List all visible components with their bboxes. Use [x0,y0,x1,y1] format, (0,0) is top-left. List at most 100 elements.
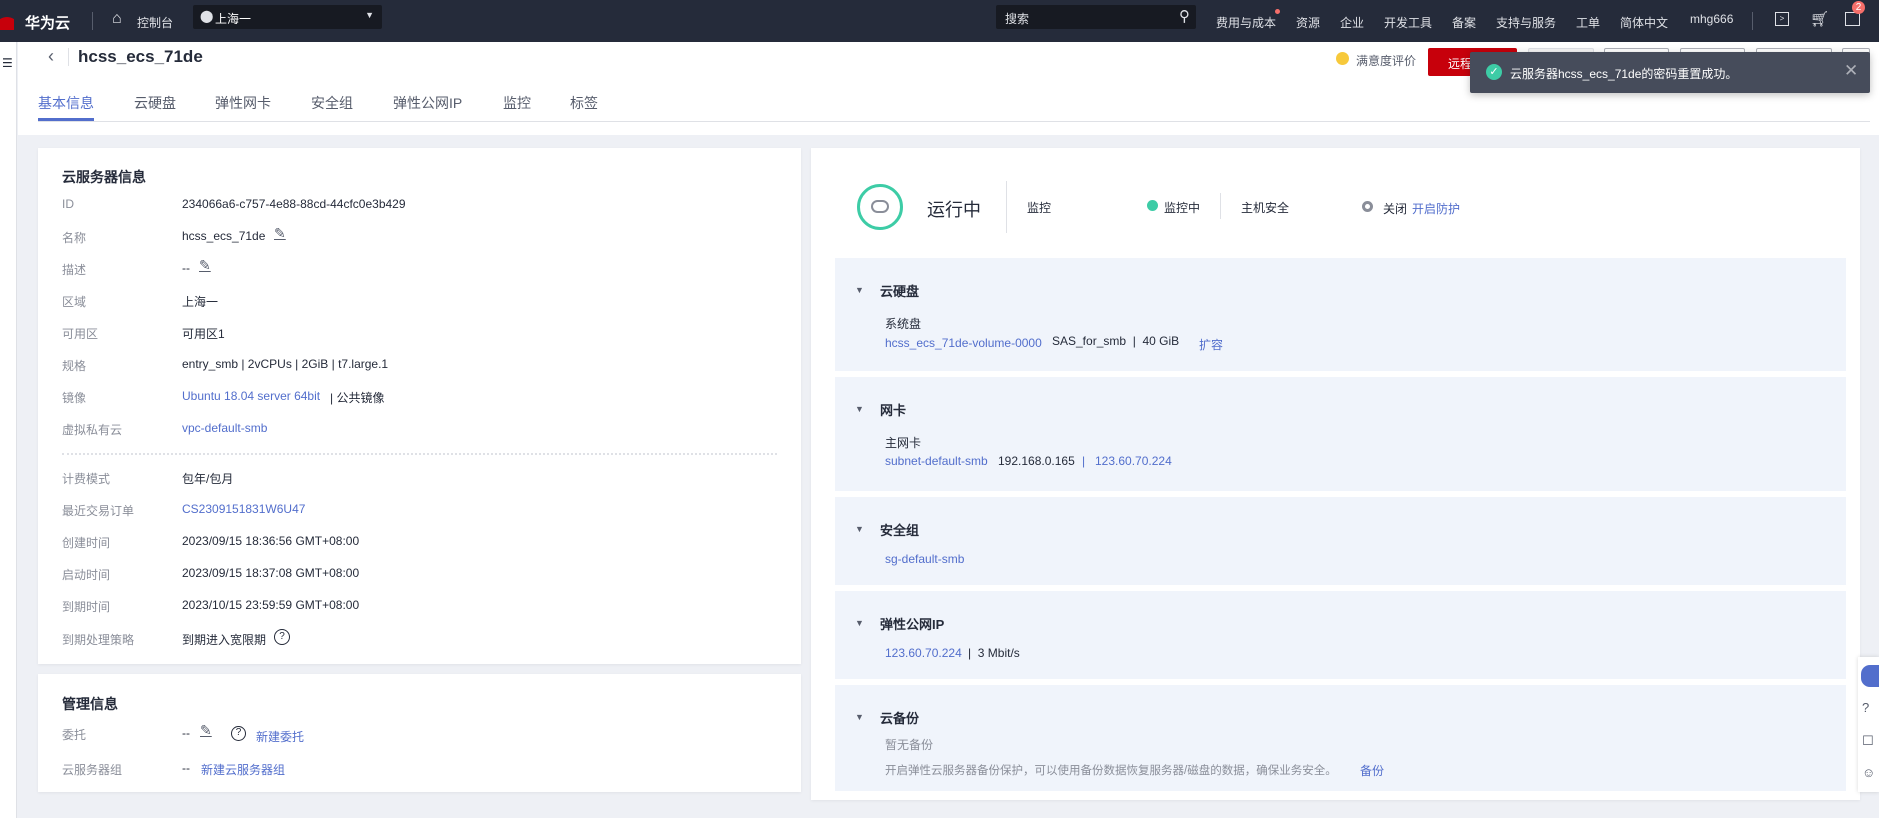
back-icon[interactable]: ‹ [48,46,54,67]
info-label: 名称 [62,231,87,245]
create-group-link[interactable]: 新建云服务器组 [201,761,285,778]
info-label: ID [62,197,74,211]
divider [1220,193,1221,219]
info-label: 启动时间 [62,568,111,582]
help-icon[interactable]: ? [274,629,290,645]
customer-service-icon[interactable] [1861,665,1879,687]
eip-section-title[interactable]: 弹性公网IP [880,614,944,633]
divider [92,12,93,30]
smile-icon[interactable]: ☺ [1862,765,1875,780]
message-icon[interactable] [1845,12,1860,26]
nav-language[interactable]: 简体中文 [1620,14,1668,31]
info-value: hcss_ecs_71de [182,229,266,243]
divider [1006,181,1007,233]
nic-eip-link[interactable]: 123.60.70.224 [1095,454,1172,468]
nav-resources[interactable]: 资源 [1296,14,1320,31]
info-value: 2023/09/15 18:37:08 GMT+08:00 [182,566,360,580]
nav-cost[interactable]: 费用与成本 [1216,14,1276,31]
monitoring-arrow-icon [1147,200,1158,211]
nav-tickets[interactable]: 工单 [1576,14,1600,31]
divider [68,48,69,66]
monitor-state: 监控中 [1164,201,1201,215]
info-value: 包年/包月 [182,472,234,486]
running-state: 运行中 [927,200,981,220]
edit-icon[interactable]: ✎ [200,722,212,739]
tab-monitoring[interactable]: 监控 [503,93,531,113]
home-icon[interactable]: ⌂ [112,10,122,28]
host-security-label: 主机安全 [1241,201,1290,215]
menu-icon[interactable]: ☰ [2,56,13,70]
satisfaction-link[interactable]: 满意度评价 [1356,52,1416,69]
info-value-link[interactable]: vpc-default-smb [182,421,267,435]
subnet-link[interactable]: subnet-default-smb [885,454,988,468]
edit-icon[interactable]: ✎ [199,257,211,274]
tab-nics[interactable]: 弹性网卡 [215,93,271,113]
tab-basic-info[interactable]: 基本信息 [38,93,94,113]
tab-eip[interactable]: 弹性公网IP [393,93,462,113]
info-label: 镜像 [62,391,87,405]
feedback-icon[interactable]: ☐ [1862,733,1874,749]
nav-enterprise[interactable]: 企业 [1340,14,1364,31]
disk-name-link[interactable]: hcss_ecs_71de-volume-0000 [885,336,1042,350]
nav-support[interactable]: 支持与服务 [1496,14,1556,31]
huawei-logo-icon[interactable] [0,10,14,30]
eip-link[interactable]: 123.60.70.224 [885,646,962,660]
nav-icp[interactable]: 备案 [1452,14,1476,31]
tab-tags[interactable]: 标签 [570,93,598,113]
info-label: 最近交易订单 [62,504,135,518]
info-value: 上海一 [182,295,219,309]
nic-section [835,377,1846,491]
tab-security-groups[interactable]: 安全组 [311,93,353,113]
cart-icon[interactable]: 🛒︎ [1810,10,1829,28]
toast-message: 云服务器hcss_ecs_71de的密码重置成功。 [1510,67,1738,81]
cloud-icon [871,200,889,213]
nav-devtools[interactable]: 开发工具 [1384,14,1432,31]
backup-section-title[interactable]: 云备份 [880,708,919,727]
brand-name[interactable]: 华为云 [25,12,70,33]
info-value: 2023/10/15 23:59:59 GMT+08:00 [182,598,360,612]
expand-disk-link[interactable]: 扩容 [1199,336,1223,353]
collapse-triangle-icon[interactable]: ▼ [855,524,864,534]
dotted-divider [62,453,777,455]
help-icon[interactable]: ? [231,726,246,741]
create-delegate-link[interactable]: 新建委托 [256,728,304,745]
off-status-icon [1362,201,1373,212]
disk-section-title[interactable]: 云硬盘 [880,281,919,300]
console-link[interactable]: 控制台 [137,14,173,31]
search-placeholder: 搜索 [1005,12,1030,26]
help-icon[interactable]: ? [1862,700,1869,715]
terminal-icon[interactable]: > [1775,12,1789,26]
tab-disks[interactable]: 云硬盘 [134,93,176,113]
info-label: 创建时间 [62,536,111,550]
info-value: 到期进入宽限期 [182,633,267,647]
security-group-link[interactable]: sg-default-smb [885,552,964,566]
separator: | [1082,454,1086,468]
region-value: 上海一 [215,12,252,26]
region-select[interactable]: ⬤ 上海一 ▼ [193,5,382,29]
close-icon[interactable]: ✕ [1844,61,1858,81]
collapse-triangle-icon[interactable]: ▼ [855,285,864,295]
host-security-state: 关闭 [1383,202,1408,216]
nav-user[interactable]: mhg666 [1690,12,1733,26]
info-value: 234066a6-c757-4e88-88cd-44cfc0e3b429 [182,197,406,211]
group-label: 云服务器组 [62,763,123,777]
backup-description: 开启弹性云服务器备份保护，可以使用备份数据恢复服务器/磁盘的数据，确保业务安全。 [885,765,1337,777]
info-value-link[interactable]: Ubuntu 18.04 server 64bit [182,389,320,403]
nic-section-title[interactable]: 网卡 [880,400,906,419]
edit-icon[interactable]: ✎ [274,225,286,242]
collapse-triangle-icon[interactable]: ▼ [855,712,864,722]
sg-section-title[interactable]: 安全组 [880,520,919,539]
search-input[interactable]: 搜索 ⚲ [996,5,1196,29]
private-ip: 192.168.0.165 [998,454,1075,468]
info-value-link[interactable]: CS2309151831W6U47 [182,502,305,516]
search-icon[interactable]: ⚲ [1179,7,1190,25]
collapse-triangle-icon[interactable]: ▼ [855,404,864,414]
primary-nic-label: 主网卡 [885,436,922,450]
delegate-label: 委托 [62,728,87,742]
collapse-triangle-icon[interactable]: ▼ [855,618,864,628]
monitor-label: 监控 [1027,201,1052,215]
enable-protection-link[interactable]: 开启防护 [1412,200,1460,217]
group-value: -- [182,761,190,775]
backup-link[interactable]: 备份 [1360,762,1384,779]
chevron-down-icon: ▼ [365,10,374,20]
